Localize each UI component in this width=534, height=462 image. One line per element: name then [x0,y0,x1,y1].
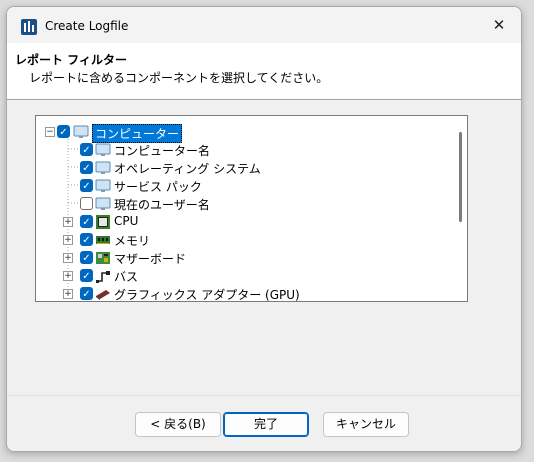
finish-button[interactable]: 完了 [223,412,309,437]
component-tree[interactable]: − ✓ コンピューター ✓ コンピューター名 ✓ オペレーティング システム ✓… [35,115,468,302]
tree-item-label: コンピューター名 [114,144,211,158]
checkbox-checked[interactable]: ✓ [80,287,93,300]
tree-item-cpu[interactable]: + ✓ CPU [36,213,456,231]
memory-stick-icon [96,236,110,244]
expand-icon[interactable]: + [63,235,73,245]
title-bar: Create Logfile ✕ [7,7,521,43]
checkbox-checked[interactable]: ✓ [80,233,93,246]
tree-item-label: バス [114,270,139,284]
checkbox-checked[interactable]: ✓ [80,269,93,282]
tree-item-label: サービス パック [114,180,202,194]
monitor-icon [95,197,111,210]
tree-item-service-pack[interactable]: ✓ サービス パック [36,177,456,195]
tree-item-os[interactable]: ✓ オペレーティング システム [36,159,456,177]
checkbox-checked[interactable]: ✓ [57,125,70,138]
bus-connector-icon [96,271,110,283]
back-button[interactable]: < 戻る(B) [135,412,221,437]
tree-item-label: CPU [114,214,139,228]
collapse-icon[interactable]: − [45,127,55,137]
graphics-card-icon [96,290,110,300]
close-button[interactable]: ✕ [477,7,521,43]
wizard-header: レポート フィルター レポートに含めるコンポーネントを選択してください。 [7,43,521,99]
checkbox-checked[interactable]: ✓ [80,143,93,156]
cpu-chip-icon [96,215,110,229]
checkbox-checked[interactable]: ✓ [80,161,93,174]
vertical-scrollbar-thumb[interactable] [459,132,462,222]
close-icon: ✕ [492,16,506,34]
expand-icon[interactable]: + [63,271,73,281]
expand-icon[interactable]: + [63,289,73,299]
checkbox-checked[interactable]: ✓ [80,215,93,228]
monitor-icon [95,161,111,174]
tree-item-motherboard[interactable]: + ✓ マザーボード [36,249,456,267]
motherboard-icon [96,252,110,264]
tree-item-label: オペレーティング システム [114,162,261,176]
tree-item-bus[interactable]: + ✓ バス [36,267,456,285]
monitor-icon [95,179,111,192]
tree-root[interactable]: − ✓ コンピューター [36,123,456,143]
tree-item-label: メモリ [114,234,151,248]
checkbox-checked[interactable]: ✓ [80,251,93,264]
cancel-button[interactable]: キャンセル [323,412,409,437]
tree-item-label: 現在のユーザー名 [114,198,210,212]
tree-item-label: グラフィックス アダプター (GPU) [114,288,300,302]
header-divider [7,99,521,100]
expand-icon[interactable]: + [63,217,73,227]
window-title: Create Logfile [45,19,129,33]
footer-divider [7,395,521,396]
checkbox-unchecked[interactable] [80,197,93,210]
tree-item-computer-name[interactable]: ✓ コンピューター名 [36,141,456,159]
monitor-icon [73,125,89,138]
monitor-icon [95,143,111,156]
expand-icon[interactable]: + [63,253,73,263]
app-icon [21,19,37,35]
header-title: レポート フィルター [15,53,127,67]
create-logfile-dialog: Create Logfile ✕ レポート フィルター レポートに含めるコンポー… [6,6,522,452]
tree-item-gpu[interactable]: + ✓ グラフィックス アダプター (GPU) [36,285,456,302]
tree-item-current-user[interactable]: 現在のユーザー名 [36,195,456,213]
tree-item-label: マザーボード [114,252,187,266]
header-subtitle: レポートに含めるコンポーネントを選択してください。 [29,71,329,85]
checkbox-checked[interactable]: ✓ [80,179,93,192]
tree-item-memory[interactable]: + ✓ メモリ [36,231,456,249]
